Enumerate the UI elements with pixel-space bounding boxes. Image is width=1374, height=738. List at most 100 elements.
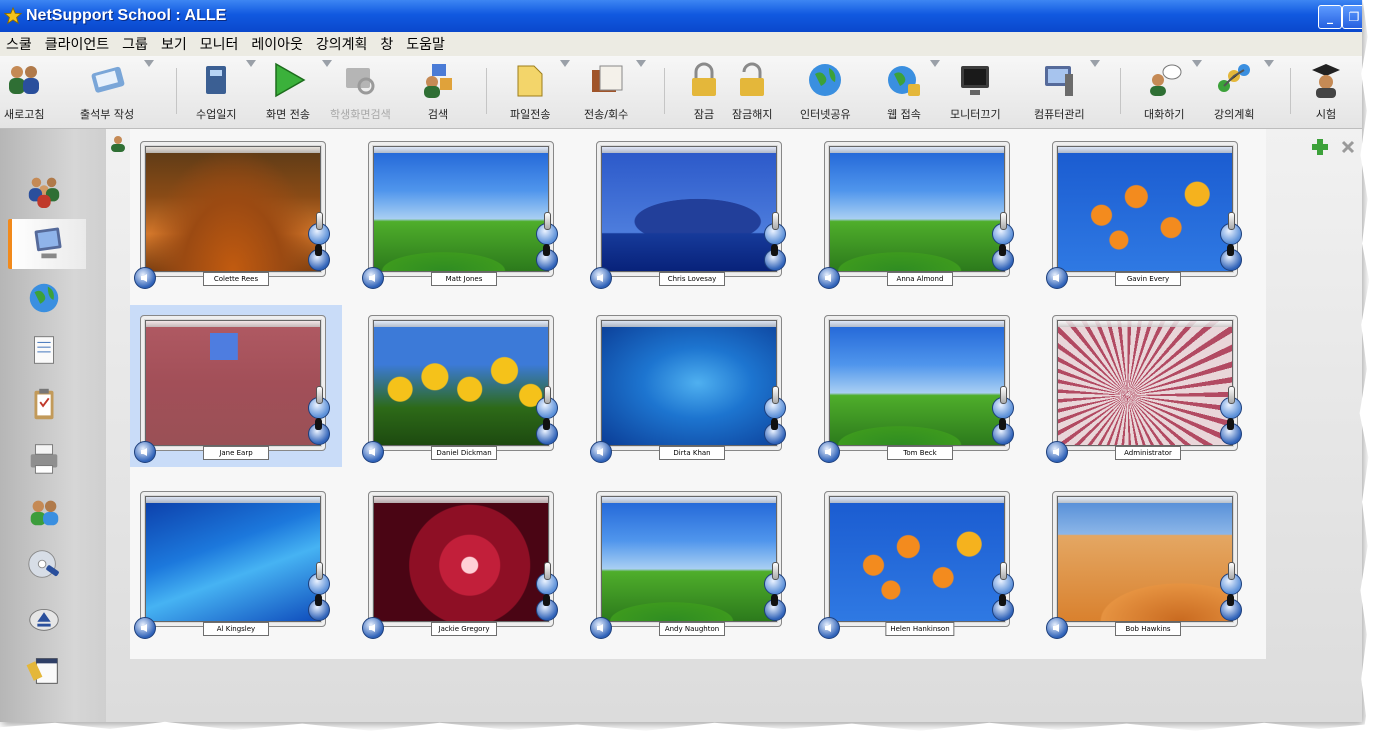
student-thumbnail[interactable]: Gavin Every xyxy=(1042,131,1254,293)
search-button[interactable]: 검색 xyxy=(418,60,458,122)
microphone-icon[interactable] xyxy=(308,212,330,245)
microphone-icon[interactable] xyxy=(992,212,1014,245)
student-screen-preview[interactable] xyxy=(829,496,1005,622)
speaker-icon[interactable] xyxy=(818,267,840,289)
sidebar-item-clipboard[interactable] xyxy=(6,379,82,429)
speaker-icon[interactable] xyxy=(818,441,840,463)
show-button[interactable]: 화면 전송 xyxy=(266,60,332,122)
unlock-button[interactable]: 잠금해지 xyxy=(732,60,772,122)
mouse-control-icon[interactable] xyxy=(536,418,558,445)
speaker-icon[interactable] xyxy=(362,617,384,639)
microphone-icon[interactable] xyxy=(536,562,558,595)
student-thumbnail[interactable]: Jane Earp xyxy=(130,305,342,467)
student-thumbnail[interactable]: Al Kingsley xyxy=(130,481,342,643)
minimize-button[interactable]: _ xyxy=(1318,5,1342,29)
microphone-icon[interactable] xyxy=(1220,562,1242,595)
student-screen-preview[interactable] xyxy=(1057,320,1233,446)
student-screen-preview[interactable] xyxy=(601,320,777,446)
mouse-control-icon[interactable] xyxy=(536,594,558,621)
mouse-control-icon[interactable] xyxy=(992,244,1014,271)
menu-lesson-plan[interactable]: 강의계획 xyxy=(316,34,368,54)
sidebar-item-notes[interactable] xyxy=(6,645,82,695)
student-screen-preview[interactable] xyxy=(145,146,321,272)
remove-icon[interactable] xyxy=(1340,139,1356,155)
student-thumbnail[interactable]: Administrator xyxy=(1042,305,1254,467)
lesson-plan-dropdown-arrow[interactable] xyxy=(1264,60,1274,67)
student-thumbnail[interactable]: Bob Hawkins xyxy=(1042,481,1254,643)
student-screen-preview[interactable] xyxy=(601,146,777,272)
student-thumbnail[interactable]: Tom Beck xyxy=(814,305,1026,467)
speaker-icon[interactable] xyxy=(1046,441,1068,463)
microphone-icon[interactable] xyxy=(764,212,786,245)
student-screen-preview[interactable] xyxy=(1057,496,1233,622)
microphone-icon[interactable] xyxy=(992,562,1014,595)
mouse-control-icon[interactable] xyxy=(536,244,558,271)
sidebar-item-students[interactable] xyxy=(6,487,82,537)
microphone-icon[interactable] xyxy=(764,562,786,595)
speaker-icon[interactable] xyxy=(1046,267,1068,289)
menu-layout[interactable]: 레이아웃 xyxy=(251,34,303,54)
student-screen-preview[interactable] xyxy=(829,146,1005,272)
microphone-icon[interactable] xyxy=(308,562,330,595)
add-icon[interactable] xyxy=(1310,137,1330,157)
student-thumbnail[interactable]: Jackie Gregory xyxy=(358,481,570,643)
speaker-icon[interactable] xyxy=(362,267,384,289)
sidebar-item-monitor[interactable] xyxy=(8,219,86,269)
sidebar-item-media[interactable] xyxy=(6,539,82,589)
journal-dropdown-arrow[interactable] xyxy=(246,60,256,67)
microphone-icon[interactable] xyxy=(308,386,330,419)
microphone-icon[interactable] xyxy=(764,386,786,419)
speaker-icon[interactable] xyxy=(818,617,840,639)
student-thumbnail[interactable]: Matt Jones xyxy=(358,131,570,293)
monitor-off-button[interactable]: 모니터끄기 xyxy=(950,60,1001,122)
sidebar-item-groups[interactable] xyxy=(6,165,82,215)
test-button[interactable]: 시험 xyxy=(1306,60,1346,122)
speaker-icon[interactable] xyxy=(1046,617,1068,639)
mouse-control-icon[interactable] xyxy=(1220,418,1242,445)
student-screen-preview[interactable] xyxy=(373,320,549,446)
menu-help[interactable]: 도움말 xyxy=(406,34,445,54)
mouse-control-icon[interactable] xyxy=(1220,594,1242,621)
speaker-icon[interactable] xyxy=(134,267,156,289)
student-thumbnail[interactable]: Helen Hankinson xyxy=(814,481,1026,643)
lesson-journal-button[interactable]: 수업일지 xyxy=(196,60,256,122)
lesson-plan-button[interactable]: 강의계획 xyxy=(1214,60,1274,122)
menu-group[interactable]: 그룹 xyxy=(122,34,148,54)
student-screen-preview[interactable] xyxy=(829,320,1005,446)
student-screen-preview[interactable] xyxy=(373,146,549,272)
mouse-control-icon[interactable] xyxy=(992,418,1014,445)
sidebar-item-eject[interactable] xyxy=(6,593,82,643)
file-transfer-button[interactable]: 파일전송 xyxy=(510,60,570,122)
student-thumbnail[interactable]: Dirta Khan xyxy=(586,305,798,467)
mouse-control-icon[interactable] xyxy=(764,594,786,621)
chat-button[interactable]: 대화하기 xyxy=(1144,60,1202,122)
speaker-icon[interactable] xyxy=(590,617,612,639)
distribute-collect-button[interactable]: 전송/회수 xyxy=(584,60,646,122)
sidebar-item-printer[interactable] xyxy=(6,433,82,483)
file-transfer-dropdown-arrow[interactable] xyxy=(560,60,570,67)
internet-share-button[interactable]: 인터넷공유 xyxy=(800,60,851,122)
menu-view[interactable]: 보기 xyxy=(161,34,187,54)
mouse-control-icon[interactable] xyxy=(308,594,330,621)
mouse-control-icon[interactable] xyxy=(764,244,786,271)
menu-window[interactable]: 창 xyxy=(380,34,393,54)
student-thumbnail[interactable]: Anna Almond xyxy=(814,131,1026,293)
speaker-icon[interactable] xyxy=(362,441,384,463)
speaker-icon[interactable] xyxy=(134,441,156,463)
web-access-button[interactable]: 웹 접속 xyxy=(884,60,940,122)
sidebar-item-web[interactable] xyxy=(6,273,82,323)
student-thumbnail[interactable]: Colette Rees xyxy=(130,131,342,293)
student-screen-preview[interactable] xyxy=(601,496,777,622)
mouse-control-icon[interactable] xyxy=(764,418,786,445)
menu-client[interactable]: 클라이언트 xyxy=(45,34,109,54)
refresh-button[interactable]: 새로고침 xyxy=(4,60,44,122)
student-thumbnail[interactable]: Daniel Dickman xyxy=(358,305,570,467)
chat-dropdown-arrow[interactable] xyxy=(1192,60,1202,67)
student-screen-preview[interactable] xyxy=(373,496,549,622)
speaker-icon[interactable] xyxy=(134,617,156,639)
distribute-dropdown-arrow[interactable] xyxy=(636,60,646,67)
web-access-dropdown-arrow[interactable] xyxy=(930,60,940,67)
student-screen-preview[interactable] xyxy=(145,496,321,622)
mouse-control-icon[interactable] xyxy=(308,244,330,271)
register-dropdown-arrow[interactable] xyxy=(144,60,154,67)
